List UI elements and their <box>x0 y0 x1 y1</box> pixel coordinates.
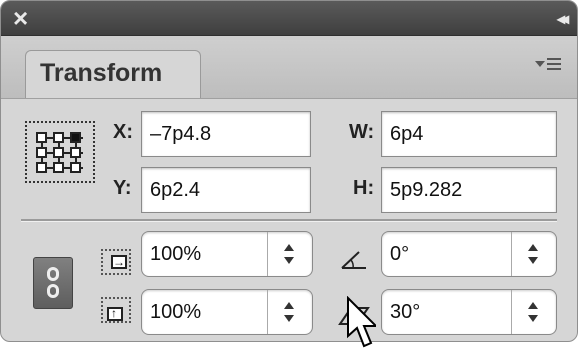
transform-panel: × ◂◂ Transform X: –7p4.8 W: 6p4 Y: 6p2.4… <box>0 0 578 342</box>
mouse-pointer-icon <box>347 296 376 348</box>
scale-x-stepper[interactable] <box>267 232 312 276</box>
x-label: X: <box>113 121 133 143</box>
panel-titlebar: × ◂◂ <box>1 1 577 36</box>
tab-bar: Transform <box>1 36 577 99</box>
x-position-field[interactable]: –7p4.8 <box>141 111 311 157</box>
scale-y-field[interactable]: 100% <box>141 289 313 335</box>
scale-x-icon: → <box>101 249 131 275</box>
rotate-angle-icon <box>341 251 366 269</box>
x-position-value: –7p4.8 <box>150 123 212 145</box>
width-value: 6p4 <box>390 123 424 145</box>
height-field[interactable]: 5p9.282 <box>381 167 557 213</box>
reference-point-icon[interactable] <box>25 121 95 183</box>
y-position-field[interactable]: 6p2.4 <box>141 167 311 213</box>
tab-transform[interactable]: Transform <box>25 50 201 98</box>
scale-y-stepper[interactable] <box>267 290 312 334</box>
close-icon[interactable]: × <box>13 5 28 31</box>
scale-y-icon: ↑ <box>101 297 131 323</box>
chain-link-icon[interactable] <box>33 257 73 309</box>
rotate-angle-stepper[interactable] <box>511 232 556 276</box>
shear-angle-value: 30° <box>390 301 421 323</box>
rotate-angle-field[interactable]: 0° <box>381 231 557 277</box>
shear-angle-field[interactable]: 30° <box>381 289 557 335</box>
collapse-icon[interactable]: ◂◂ <box>557 9 569 29</box>
h-label: H: <box>353 177 375 199</box>
y-position-value: 6p2.4 <box>150 179 201 201</box>
scale-x-field[interactable]: 100% <box>141 231 313 277</box>
divider <box>21 219 557 222</box>
panel-body: X: –7p4.8 W: 6p4 Y: 6p2.4 H: 5p9.282 → 1… <box>1 99 577 341</box>
y-label: Y: <box>113 177 132 199</box>
width-field[interactable]: 6p4 <box>381 111 557 157</box>
height-value: 5p9.282 <box>390 179 463 201</box>
tab-label: Transform <box>40 59 163 87</box>
shear-angle-stepper[interactable] <box>511 290 556 334</box>
panel-menu-icon[interactable] <box>535 52 563 76</box>
scale-y-value: 100% <box>150 301 202 323</box>
scale-x-value: 100% <box>150 243 202 265</box>
rotate-angle-value: 0° <box>390 243 410 265</box>
w-label: W: <box>349 121 375 143</box>
